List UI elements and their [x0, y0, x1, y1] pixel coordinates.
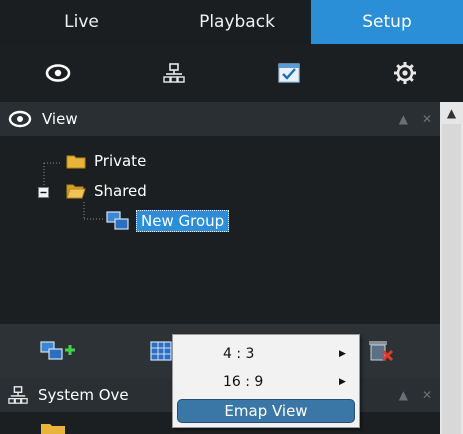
- submenu-arrow-icon: ▶: [339, 349, 346, 359]
- add-group-button[interactable]: [40, 336, 76, 366]
- tree-item-shared[interactable]: Shared: [66, 182, 147, 200]
- system-panel-title: System Ove: [38, 386, 129, 404]
- checklist-icon: [278, 63, 300, 83]
- view-panel-title: View: [42, 110, 78, 128]
- scroll-track[interactable]: [442, 124, 461, 434]
- close-icon[interactable]: ✕: [422, 388, 432, 402]
- main-tabs: Live Playback Setup: [0, 0, 463, 44]
- view-tool-button[interactable]: [0, 44, 116, 102]
- vertical-scrollbar[interactable]: ▲: [440, 102, 463, 434]
- delete-group-icon: [369, 341, 394, 362]
- group-icon: [106, 211, 129, 230]
- eye-icon: [8, 110, 32, 128]
- network-icon: [162, 63, 185, 83]
- tab-setup[interactable]: Setup: [311, 0, 463, 44]
- collapse-icon[interactable]: ▲: [399, 112, 408, 126]
- collapse-icon[interactable]: ▲: [399, 388, 408, 402]
- tree-expand-toggle[interactable]: [38, 187, 49, 198]
- eye-icon: [45, 64, 71, 82]
- tab-live[interactable]: Live: [0, 0, 163, 44]
- view-tree: Private Shared New Group: [0, 136, 440, 324]
- view-panel-header[interactable]: View ▲ ✕: [0, 102, 440, 136]
- settings-tool-button[interactable]: [347, 44, 463, 102]
- collapse-toggle-icon: [38, 187, 49, 198]
- add-group-icon: [40, 341, 75, 360]
- system-panel-controls: ▲ ✕: [399, 378, 432, 412]
- close-icon[interactable]: ✕: [422, 112, 432, 126]
- tree-item-shared-label: Shared: [94, 182, 147, 200]
- network-icon: [8, 386, 28, 404]
- delete-group-button[interactable]: [366, 336, 394, 366]
- layout-context-menu: 4 : 3 ▶ 16 : 9 ▶ Emap View: [172, 334, 360, 428]
- menu-item-16-9[interactable]: 16 : 9 ▶: [173, 369, 359, 395]
- checklist-tool-button[interactable]: [232, 44, 348, 102]
- tree-item-new-group[interactable]: New Group: [106, 210, 230, 232]
- setup-toolbar: [0, 44, 463, 102]
- submenu-arrow-icon: ▶: [339, 377, 346, 387]
- menu-item-16-9-label: 16 : 9: [223, 374, 264, 390]
- folder-icon: [41, 424, 65, 434]
- menu-item-emap-view[interactable]: Emap View: [177, 399, 355, 423]
- menu-item-4-3-label: 4 : 3: [223, 346, 255, 362]
- menu-item-4-3[interactable]: 4 : 3 ▶: [173, 341, 359, 367]
- scroll-up-icon[interactable]: ▲: [440, 102, 463, 124]
- open-folder-icon: [66, 184, 86, 199]
- tree-item-new-group-label: New Group: [136, 210, 230, 232]
- layout-button[interactable]: [150, 336, 172, 366]
- tree-item-private-label: Private: [94, 152, 147, 170]
- gear-icon: [394, 62, 417, 84]
- tab-playback[interactable]: Playback: [163, 0, 311, 44]
- system-tool-button[interactable]: [116, 44, 232, 102]
- view-panel-controls: ▲ ✕: [399, 102, 432, 136]
- tree-item-private[interactable]: Private: [66, 152, 146, 170]
- layout-grid-icon: [150, 341, 172, 361]
- folder-icon: [66, 155, 86, 169]
